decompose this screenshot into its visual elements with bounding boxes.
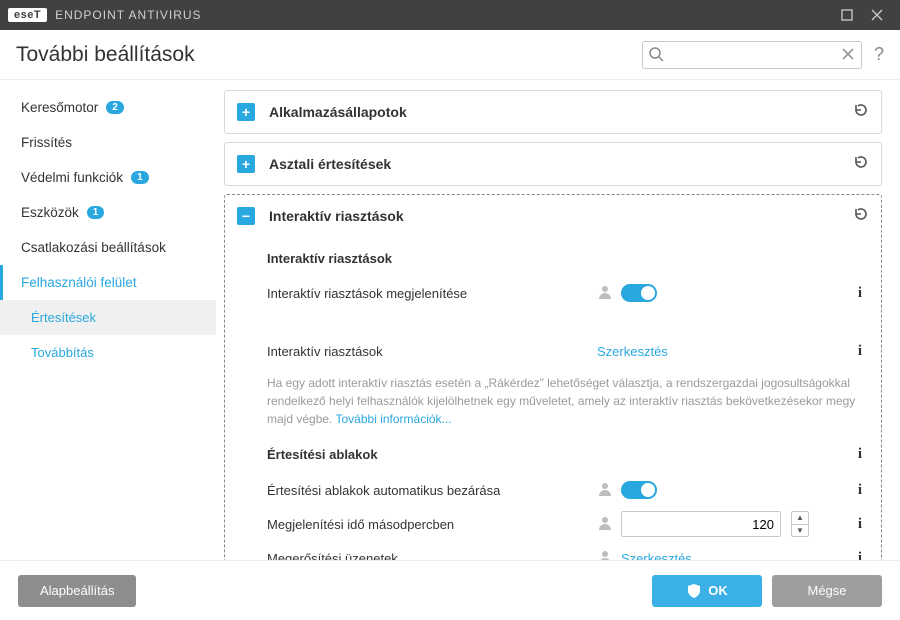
sidebar-item-label: Védelmi funkciók [21, 170, 123, 185]
revert-icon[interactable] [853, 206, 869, 227]
sidebar-item-label: Frissítés [21, 135, 72, 150]
person-icon [597, 284, 613, 303]
section-heading-interactive: Interaktív riasztások [267, 251, 869, 266]
edit-link[interactable]: Szerkesztés [621, 551, 692, 561]
cancel-button[interactable]: Mégse [772, 575, 882, 607]
logo-badge: eseT [8, 8, 47, 22]
display-time-stepper[interactable]: ▲ ▼ [791, 511, 809, 537]
clear-search-icon[interactable] [840, 46, 856, 67]
revert-icon[interactable] [853, 154, 869, 175]
sidebar-item-label: Értesítések [31, 310, 96, 325]
row-label: Interaktív riasztások megjelenítése [267, 286, 597, 301]
sidebar-subitem-notifications[interactable]: Értesítések [0, 300, 216, 335]
titlebar: eseT ENDPOINT ANTIVIRUS [0, 0, 900, 30]
info-icon[interactable]: i [851, 516, 869, 533]
ok-label: OK [708, 583, 728, 598]
sidebar-badge: 1 [131, 171, 149, 184]
toggle-auto-close[interactable] [621, 481, 657, 499]
help-button[interactable]: ? [874, 44, 884, 65]
info-icon[interactable]: i [851, 446, 869, 463]
collapse-icon: − [237, 207, 255, 225]
sidebar-item-label: Keresőmotor [21, 100, 98, 115]
search-wrap [642, 41, 862, 69]
expand-icon: + [237, 103, 255, 121]
sidebar-item-label: Felhasználói felület [21, 275, 137, 290]
panel-app-states: + Alkalmazásállapotok [224, 90, 882, 134]
info-icon[interactable]: i [851, 482, 869, 499]
person-icon [597, 515, 613, 534]
info-icon[interactable]: i [851, 550, 869, 561]
sidebar-item-ui[interactable]: Felhasználói felület [0, 265, 216, 300]
shield-icon [686, 583, 702, 599]
panel-body: Interaktív riasztások Interaktív riasztá… [225, 237, 881, 560]
sidebar-item-connection[interactable]: Csatlakozási beállítások [0, 230, 216, 265]
edit-link[interactable]: Szerkesztés [597, 344, 668, 359]
panel-title: Asztali értesítések [269, 156, 853, 172]
sidebar-item-update[interactable]: Frissítés [0, 125, 216, 160]
sidebar-item-label: Továbbítás [31, 345, 94, 360]
sidebar-item-tools[interactable]: Eszközök 1 [0, 195, 216, 230]
stepper-down-icon[interactable]: ▼ [792, 525, 808, 537]
toggle-show-interactive[interactable] [621, 284, 657, 302]
search-input[interactable] [642, 41, 862, 69]
revert-icon[interactable] [853, 102, 869, 123]
panel-desktop-notifications: + Asztali értesítések [224, 142, 882, 186]
row-interactive-edit: Interaktív riasztások Szerkesztés i [267, 334, 869, 368]
panel-header[interactable]: − Interaktív riasztások [225, 195, 881, 237]
panel-header[interactable]: + Alkalmazásállapotok [225, 91, 881, 133]
sidebar-subitem-forwarding[interactable]: Továbbítás [0, 335, 216, 370]
page-title: További beállítások [16, 43, 195, 67]
sidebar-item-engine[interactable]: Keresőmotor 2 [0, 90, 216, 125]
search-icon [648, 46, 664, 67]
sidebar-badge: 2 [106, 101, 124, 114]
row-label: Megjelenítési idő másodpercben [267, 517, 597, 532]
ok-button[interactable]: OK [652, 575, 762, 607]
stepper-up-icon[interactable]: ▲ [792, 512, 808, 525]
panel-title: Alkalmazásállapotok [269, 104, 853, 120]
row-confirm-messages: Megerősítési üzenetek Szerkesztés i [267, 541, 869, 560]
row-label: Megerősítési üzenetek [267, 551, 597, 561]
sidebar: Keresőmotor 2 Frissítés Védelmi funkciók… [0, 80, 216, 560]
more-info-link[interactable]: További információk... [336, 412, 452, 426]
sidebar-item-label: Eszközök [21, 205, 79, 220]
sidebar-item-protection[interactable]: Védelmi funkciók 1 [0, 160, 216, 195]
interactive-description: Ha egy adott interaktív riasztás esetén … [267, 374, 869, 428]
window-close-button[interactable] [862, 0, 892, 30]
expand-icon: + [237, 155, 255, 173]
section-heading-notif-windows: Értesítési ablakok i [267, 446, 869, 463]
sidebar-badge: 1 [87, 206, 105, 219]
panel-header[interactable]: + Asztali értesítések [225, 143, 881, 185]
defaults-button[interactable]: Alapbeállítás [18, 575, 136, 607]
row-auto-close: Értesítési ablakok automatikus bezárása … [267, 473, 869, 507]
person-icon [597, 481, 613, 500]
row-label: Értesítési ablakok automatikus bezárása [267, 483, 597, 498]
panel-title: Interaktív riasztások [269, 208, 853, 224]
info-icon[interactable]: i [851, 343, 869, 360]
app-name: ENDPOINT ANTIVIRUS [55, 8, 201, 22]
person-icon [597, 549, 613, 561]
display-time-input[interactable] [621, 511, 781, 537]
info-icon[interactable]: i [851, 285, 869, 302]
row-display-time: Megjelenítési idő másodpercben ▲ ▼ i [267, 507, 869, 541]
header-row: További beállítások ? [0, 30, 900, 80]
section-heading-text: Értesítési ablakok [267, 447, 378, 462]
footer: Alapbeállítás OK Mégse [0, 560, 900, 620]
content-area: + Alkalmazásállapotok + Asztali értesíté… [216, 80, 900, 560]
sidebar-item-label: Csatlakozási beállítások [21, 240, 166, 255]
window-maximize-button[interactable] [832, 0, 862, 30]
panel-interactive-alerts: − Interaktív riasztások Interaktív riasz… [224, 194, 882, 560]
row-show-interactive: Interaktív riasztások megjelenítése i [267, 276, 869, 310]
row-label: Interaktív riasztások [267, 344, 597, 359]
